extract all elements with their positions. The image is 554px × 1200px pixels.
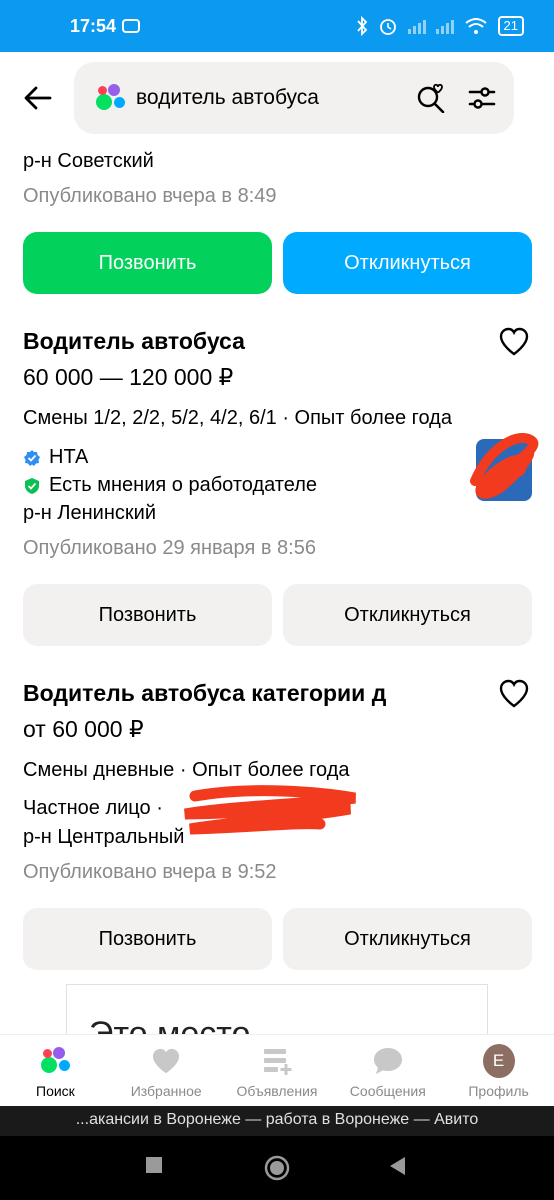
recents-button[interactable] (145, 1156, 163, 1179)
company-name: НТА (49, 446, 89, 468)
listing-details: Смены дневные · Опыт более года (23, 759, 350, 781)
listing-reviews: Есть мнения о работодателе (23, 474, 317, 497)
listing-published: Опубликовано вчера в 8:49 (23, 185, 277, 207)
listing-employer: Частное лицо · (23, 797, 163, 819)
call-button[interactable]: Позвонить (23, 908, 272, 970)
back-button[interactable] (20, 80, 56, 116)
filters-icon[interactable] (468, 86, 496, 110)
nav-search[interactable]: Поиск (0, 1035, 111, 1106)
status-bar: 17:54 21 (0, 0, 554, 52)
listing-company: НТА (23, 446, 88, 469)
bluetooth-icon (356, 16, 367, 36)
nav-label: Избранное (130, 1083, 202, 1099)
heart-icon (150, 1045, 182, 1077)
listing-salary: 60 000 — 120 000 ₽ (23, 364, 234, 390)
nav-profile[interactable]: E Профиль (443, 1035, 554, 1106)
call-button[interactable]: Позвонить (23, 232, 272, 294)
battery-indicator: 21 (497, 16, 524, 36)
circle-icon (264, 1155, 290, 1181)
nav-favorites[interactable]: Избранное (111, 1035, 222, 1106)
call-button[interactable]: Позвонить (23, 584, 272, 646)
listings-icon (261, 1045, 293, 1077)
wifi-icon (464, 18, 487, 34)
listing-district: р-н Советский (23, 150, 154, 172)
nav-label: Профиль (468, 1083, 529, 1099)
browser-title-bar: ...акансии в Воронеже — работа в Воронеж… (0, 1106, 554, 1136)
home-button[interactable] (263, 1154, 291, 1187)
listing-title[interactable]: Водитель автобуса (23, 328, 245, 355)
triangle-back-icon (390, 1157, 405, 1175)
square-icon (146, 1157, 162, 1173)
listing-salary: от 60 000 ₽ (23, 716, 144, 742)
avatar: E (482, 1044, 515, 1078)
listing-title[interactable]: Водитель автобуса категории д (23, 680, 386, 707)
listing-district: р-н Ленинский (23, 502, 156, 524)
arrow-left-icon (24, 86, 52, 110)
nav-label: Поиск (36, 1083, 75, 1099)
respond-button[interactable]: Откликнуться (283, 584, 532, 646)
status-time: 17:54 (70, 15, 117, 36)
verified-badge-icon (24, 449, 40, 466)
respond-button[interactable]: Откликнуться (283, 908, 532, 970)
redaction-scribble (470, 432, 539, 499)
listing-details: Смены 1/2, 2/2, 5/2, 4/2, 6/1 · Опыт бол… (23, 407, 452, 429)
search-header: водитель автобуса (0, 52, 554, 144)
nav-label: Объявления (236, 1083, 318, 1099)
nav-listings[interactable]: Объявления (222, 1035, 333, 1106)
signal-icon (407, 18, 426, 34)
favorite-heart-icon[interactable] (498, 678, 530, 710)
search-query: водитель автобуса (136, 86, 319, 109)
redaction-scribble (184, 785, 356, 835)
ad-placeholder-text: Это место (89, 1015, 251, 1034)
saved-search-icon[interactable] (416, 83, 446, 113)
reviews-text: Есть мнения о работодателе (49, 474, 317, 496)
alarm-icon (379, 19, 396, 35)
android-navigation-bar (0, 1136, 554, 1200)
listing-published: Опубликовано вчера в 9:52 (23, 861, 277, 883)
bottom-navigation: Поиск Избранное Объявления Сообщения E П… (0, 1034, 554, 1106)
search-field[interactable]: водитель автобуса (74, 62, 514, 134)
ad-placeholder-card[interactable]: Это место (66, 984, 488, 1034)
avito-search-icon (39, 1045, 71, 1077)
chat-bubble-icon (372, 1045, 404, 1077)
nav-label: Сообщения (349, 1083, 426, 1099)
avito-logo-icon (94, 82, 126, 114)
respond-button[interactable]: Откликнуться (283, 232, 532, 294)
listing-published: Опубликовано 29 января в 8:56 (23, 537, 316, 559)
listing-district: р-н Центральный (23, 826, 185, 848)
results-feed[interactable]: р-н Советский Опубликовано вчера в 8:49 … (0, 144, 554, 1034)
signal-icon-2 (435, 18, 454, 34)
app-notification-icon (122, 19, 141, 33)
back-nav-button[interactable] (388, 1156, 406, 1181)
favorite-heart-icon[interactable] (498, 326, 530, 358)
shield-check-icon (25, 477, 39, 494)
nav-messages[interactable]: Сообщения (332, 1035, 443, 1106)
